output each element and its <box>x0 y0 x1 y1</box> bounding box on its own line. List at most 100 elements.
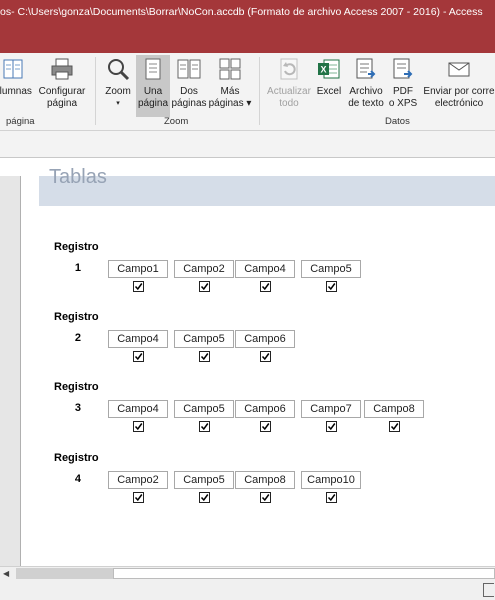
email-label-2: electrónico <box>434 98 484 109</box>
field-checkbox[interactable] <box>199 421 210 432</box>
record-number: 4 <box>74 473 81 485</box>
print-preview-area[interactable]: Tablas Registro 1 Campo1 Campo2 Campo4 Campo5… <box>0 166 495 566</box>
field-checkbox[interactable] <box>389 421 400 432</box>
magnifier-icon <box>106 57 130 81</box>
pdf-label-1: PDF <box>393 86 413 97</box>
field-checkbox[interactable] <box>260 421 271 432</box>
text-file-label-1: Archivo <box>349 86 383 97</box>
record-number: 3 <box>74 402 81 414</box>
zoom-button[interactable]: Zoom ▾ <box>100 55 136 117</box>
one-page-label-2: página <box>137 98 169 109</box>
refresh-all-button[interactable]: Actualizar todo <box>264 55 314 117</box>
record-number: 1 <box>74 262 81 274</box>
two-pages-label-2: páginas <box>171 98 207 109</box>
field-checkbox[interactable] <box>133 492 144 503</box>
checkmark-icon <box>390 423 399 431</box>
checkmark-icon <box>134 423 143 431</box>
field-checkbox[interactable] <box>199 492 210 503</box>
field-name-box: Campo6 <box>235 330 295 348</box>
scrollbar-thumb[interactable] <box>113 568 495 579</box>
refresh-icon <box>277 57 301 81</box>
two-pages-icon <box>177 57 201 81</box>
text-file-export-button[interactable]: Archivo de texto <box>345 55 387 117</box>
report-header-band: Tablas <box>39 166 495 206</box>
checkmark-icon <box>261 494 270 502</box>
record-label: Registro <box>54 311 99 323</box>
field-checkbox[interactable] <box>260 492 271 503</box>
field-name-box: Campo8 <box>235 471 295 489</box>
zoom-label: Zoom <box>105 86 131 97</box>
checkmark-icon <box>200 423 209 431</box>
ribbon-separator <box>259 57 260 125</box>
field-name-box: Campo6 <box>235 400 295 418</box>
one-page-icon <box>141 57 165 81</box>
field-checkbox[interactable] <box>260 281 271 292</box>
field-name-box: Campo8 <box>364 400 424 418</box>
excel-export-button[interactable]: X Excel <box>314 55 344 117</box>
ribbon: olumnas Configurar página Zoom ▾ Una pág… <box>0 53 495 131</box>
one-page-button[interactable]: Una página <box>136 55 170 117</box>
refresh-all-label-2: todo <box>279 98 299 109</box>
field-checkbox[interactable] <box>133 281 144 292</box>
group-label-page: página <box>6 116 35 127</box>
checkmark-icon <box>134 494 143 502</box>
checkmark-icon <box>261 353 270 361</box>
page-setup-button[interactable]: Configurar página <box>36 55 88 117</box>
field-checkbox[interactable] <box>199 351 210 362</box>
field-name-box: Campo5 <box>174 330 234 348</box>
field-name-box: Campo4 <box>108 330 168 348</box>
field-checkbox[interactable] <box>199 281 210 292</box>
two-pages-label-1: Dos <box>180 86 198 97</box>
page-nav-icon[interactable] <box>483 583 494 597</box>
more-pages-icon <box>218 57 242 81</box>
columns-button[interactable]: olumnas <box>0 55 34 117</box>
checkmark-icon <box>200 494 209 502</box>
checkmark-icon <box>327 283 336 291</box>
record-number: 2 <box>74 332 81 344</box>
field-checkbox[interactable] <box>326 421 337 432</box>
more-pages-button[interactable]: Más páginas ▾ <box>208 55 252 117</box>
report-title: Tablas <box>49 166 107 188</box>
checkmark-icon <box>327 494 336 502</box>
field-name-box: Campo5 <box>174 400 234 418</box>
field-name-box: Campo1 <box>108 260 168 278</box>
horizontal-scrollbar[interactable]: ◀ <box>0 566 495 582</box>
field-checkbox[interactable] <box>326 281 337 292</box>
excel-label: Excel <box>316 86 342 97</box>
pdf-label-2: o XPS <box>388 98 418 109</box>
field-name-box: Campo10 <box>301 471 361 489</box>
text-file-label-2: de texto <box>348 98 384 109</box>
field-name-box: Campo7 <box>301 400 361 418</box>
envelope-icon <box>447 57 471 81</box>
email-button[interactable]: Enviar por corre electrónico <box>420 55 495 117</box>
more-pages-label-2: páginas ▾ <box>208 98 252 109</box>
field-name-box: Campo4 <box>235 260 295 278</box>
printer-icon <box>50 57 74 81</box>
scrollbar-track-left[interactable] <box>16 568 113 579</box>
field-name-box: Campo5 <box>174 471 234 489</box>
page-setup-label-1: Configurar <box>38 86 86 97</box>
scroll-left-arrow-icon[interactable]: ◀ <box>3 569 9 578</box>
columns-icon <box>1 57 25 81</box>
two-pages-button[interactable]: Dos páginas <box>171 55 207 117</box>
checkmark-icon <box>261 283 270 291</box>
pdf-xps-export-button[interactable]: PDF o XPS <box>387 55 419 117</box>
field-checkbox[interactable] <box>133 351 144 362</box>
field-checkbox[interactable] <box>326 492 337 503</box>
field-checkbox[interactable] <box>260 351 271 362</box>
svg-text:X: X <box>321 65 327 75</box>
one-page-label-1: Una <box>143 86 163 97</box>
email-label-1: Enviar por corre <box>423 86 495 97</box>
checkmark-icon <box>200 353 209 361</box>
columns-label: olumnas <box>0 86 32 97</box>
title-bar: os- C:\Users\gonza\Documents\Borrar\NoCo… <box>0 0 495 53</box>
refresh-all-label-1: Actualizar <box>267 86 311 97</box>
page-setup-label-2: página <box>46 98 78 109</box>
zoom-dropdown-arrow: ▾ <box>116 100 120 107</box>
group-label-data: Datos <box>385 116 410 127</box>
field-checkbox[interactable] <box>133 421 144 432</box>
report-page: Tablas Registro 1 Campo1 Campo2 Campo4 Campo5… <box>20 166 495 566</box>
checkmark-icon <box>134 283 143 291</box>
ribbon-separator <box>95 57 96 125</box>
pdf-icon <box>391 57 415 81</box>
